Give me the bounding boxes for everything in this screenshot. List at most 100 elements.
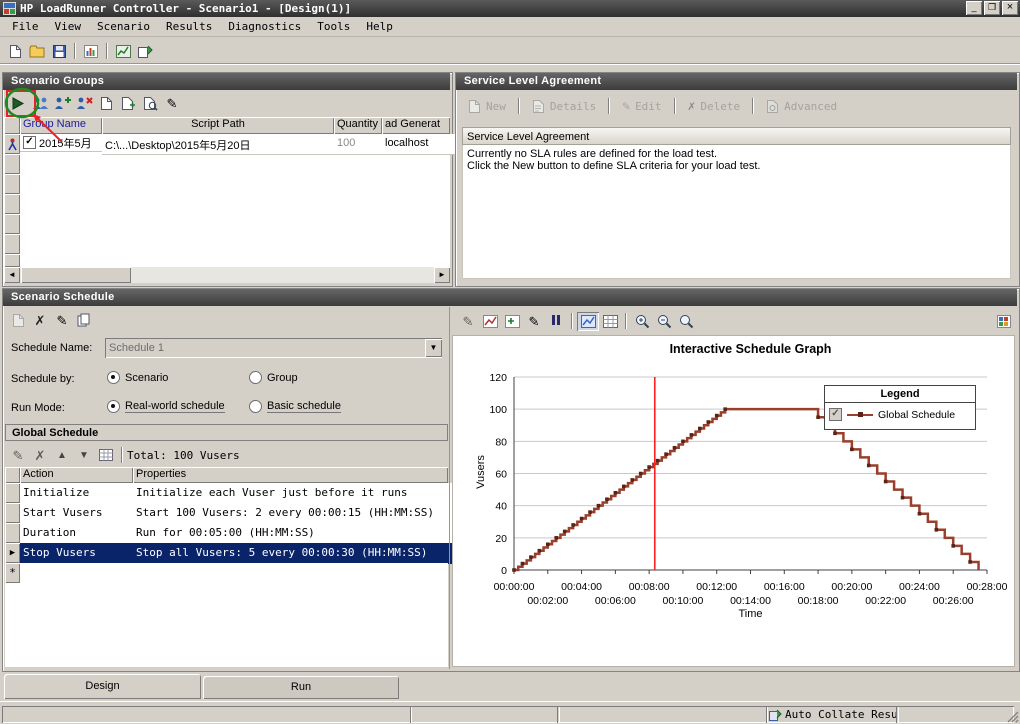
move-up-icon[interactable]: ▲ (51, 446, 73, 465)
show-grid-icon[interactable] (95, 446, 117, 465)
graph-settings-icon[interactable] (993, 312, 1015, 331)
sla-new-button[interactable]: New (460, 99, 514, 114)
zoom-reset-icon[interactable] (675, 312, 697, 331)
row-gutter-empty (4, 154, 20, 174)
scroll-right-button[interactable]: ► (434, 267, 450, 283)
sched-props-0[interactable]: Initialize each Vuser just before it run… (133, 483, 455, 504)
graph-type-icon[interactable] (479, 312, 501, 331)
svg-text:100: 100 (489, 404, 507, 416)
show-grid-view-icon[interactable] (599, 312, 621, 331)
resize-grip[interactable] (1006, 710, 1019, 723)
row-gutter-runner[interactable] (4, 134, 20, 154)
radio-basic[interactable] (249, 400, 262, 413)
col-header-action[interactable]: Action (20, 467, 133, 483)
schedule-name-combo[interactable]: Schedule 1 ▼ (105, 338, 442, 358)
sla-delete-button[interactable]: ✗ Delete (680, 100, 749, 113)
schedule-chart-svg[interactable]: 02040608010012000:00:0000:02:0000:04:000… (453, 336, 1014, 636)
schedule-by-scenario-radio[interactable]: Scenario (107, 371, 168, 384)
sla-details-button[interactable]: Details (524, 99, 604, 114)
col-header-quantity[interactable]: Quantity (334, 117, 382, 134)
maximize-button[interactable]: ❐ (984, 1, 1000, 15)
cell-group-name[interactable]: ✓ 2015年5月 (20, 134, 109, 152)
menu-results[interactable]: Results (158, 18, 220, 35)
rename-schedule-icon[interactable]: ✎ (51, 311, 73, 330)
groups-hscrollbar[interactable]: ◄ ► (4, 267, 450, 283)
close-button[interactable]: × (1002, 1, 1018, 15)
minimize-button[interactable]: _ (966, 1, 982, 15)
schedule-header: Scenario Schedule (3, 289, 1017, 306)
tab-design[interactable]: Design (4, 674, 201, 699)
menu-scenario[interactable]: Scenario (89, 18, 158, 35)
delete-schedule-icon[interactable]: ✗ (29, 311, 51, 330)
duplicate-schedule-icon[interactable] (73, 311, 95, 330)
add-script-icon[interactable] (117, 94, 139, 113)
sla-edit-button[interactable]: ✎ Edit (614, 100, 669, 113)
group-details-icon[interactable] (95, 94, 117, 113)
combo-dropdown-button[interactable]: ▼ (425, 339, 442, 357)
move-down-icon[interactable]: ▼ (73, 446, 95, 465)
add-group-icon[interactable] (51, 94, 73, 113)
sched-props-3[interactable]: Stop all Vusers: 5 every 00:00:30 (HH:MM… (133, 543, 455, 564)
results-report-icon[interactable] (80, 42, 102, 61)
sched-action-1[interactable]: Start Vusers (20, 503, 140, 524)
radio-real-world[interactable] (107, 400, 120, 413)
tab-run[interactable]: Run (203, 676, 399, 699)
open-scenario-icon[interactable] (26, 42, 48, 61)
sched-action-2[interactable]: Duration (20, 523, 140, 544)
status-cell-auto-collate[interactable]: Auto Collate Resu (766, 706, 899, 723)
status-cell-main (2, 706, 412, 723)
graph-annotate-icon[interactable]: ✎ (523, 312, 545, 331)
col-header-load-generators[interactable]: ad Generat (382, 117, 450, 134)
radio-group[interactable] (249, 371, 262, 384)
zoom-out-icon[interactable] (653, 312, 675, 331)
svg-text:00:14:00: 00:14:00 (730, 595, 771, 607)
graph-edit-icon[interactable]: ✎ (457, 312, 479, 331)
pause-icon[interactable] (545, 312, 567, 331)
graph-add-icon[interactable] (501, 312, 523, 331)
view-script-icon[interactable] (139, 94, 161, 113)
new-schedule-icon[interactable] (7, 311, 29, 330)
col-header-group-name[interactable]: Group Name (20, 117, 102, 134)
sched-action-0[interactable]: Initialize (20, 483, 140, 504)
cell-load-generator[interactable]: localhost (382, 134, 457, 155)
run-mode-basic-radio[interactable]: Basic schedule (249, 400, 341, 413)
menu-tools[interactable]: Tools (309, 18, 358, 35)
remove-group-icon[interactable] (73, 94, 95, 113)
col-header-properties[interactable]: Properties (133, 467, 448, 483)
menu-file[interactable]: File (4, 18, 47, 35)
new-scenario-icon[interactable] (4, 42, 26, 61)
scroll-left-button[interactable]: ◄ (4, 267, 20, 283)
sched-action-3[interactable]: Stop Vusers (20, 543, 140, 564)
cell-quantity[interactable]: 100 (334, 134, 389, 155)
sched-props-1[interactable]: Start 100 Vusers: 2 every 00:00:15 (HH:M… (133, 503, 455, 524)
vuser-group-icon[interactable] (29, 94, 51, 113)
edit-group-schedule-icon[interactable]: ✎ (161, 94, 183, 113)
sched-props-2[interactable]: Run for 00:05:00 (HH:MM:SS) (133, 523, 455, 544)
menu-help[interactable]: Help (358, 18, 401, 35)
sla-advanced-button[interactable]: Advanced (758, 99, 845, 114)
show-graph-view-icon[interactable] (577, 312, 599, 331)
sched-grid-filler (5, 583, 448, 667)
col-header-script-path[interactable]: Script Path (102, 117, 334, 134)
schedule-by-group-radio[interactable]: Group (249, 371, 298, 384)
legend-line-sample (847, 414, 873, 416)
legend-checkbox[interactable]: ✓ (829, 408, 842, 421)
start-scenario-icon[interactable] (7, 94, 29, 113)
advanced-icon (766, 99, 779, 114)
menu-diagnostics[interactable]: Diagnostics (220, 18, 309, 35)
collate-results-icon[interactable] (134, 42, 156, 61)
save-scenario-icon[interactable] (48, 42, 70, 61)
run-mode-real-radio[interactable]: Real-world schedule (107, 400, 225, 413)
edit-action-icon[interactable]: ✎ (7, 446, 29, 465)
sched-new-row[interactable] (20, 563, 448, 584)
scroll-thumb[interactable] (21, 267, 131, 283)
analysis-icon[interactable] (112, 42, 134, 61)
cell-script-path[interactable]: C:\...\Desktop\2015年5月20日 (102, 134, 341, 155)
radio-scenario[interactable] (107, 371, 120, 384)
group-enabled-checkbox[interactable]: ✓ (23, 136, 36, 149)
edit-pencil-icon: ✎ (622, 100, 630, 113)
zoom-in-icon[interactable] (631, 312, 653, 331)
delete-action-icon[interactable]: ✗ (29, 446, 51, 465)
sla-toolbar: New Details ✎ Edit ✗ Delete Advanced (456, 93, 1020, 119)
menu-view[interactable]: View (47, 18, 90, 35)
